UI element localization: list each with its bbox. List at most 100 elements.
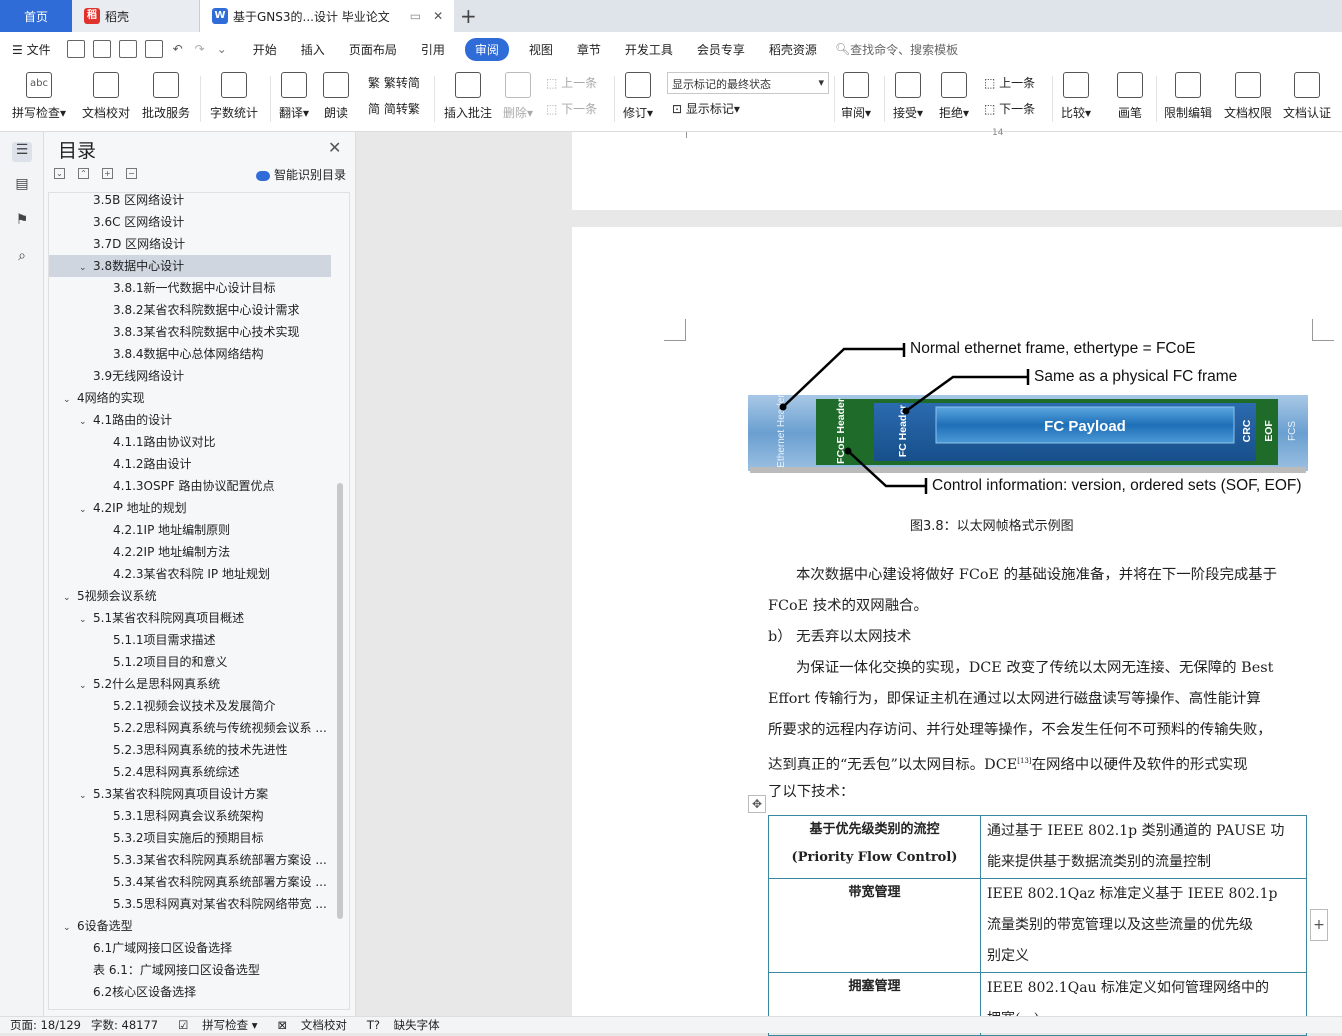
doc-permission-button[interactable]: 文档权限 — [1220, 72, 1276, 121]
remove-level-icon[interactable]: − — [126, 168, 137, 179]
toc-item[interactable]: 4.1.3OSPF 路由协议配置优点 — [49, 475, 331, 497]
chevron-down-icon[interactable]: ⌄ — [63, 389, 77, 411]
table-value-cell[interactable]: IEEE 802.1Qaz 标准定义基于 IEEE 802.1p 流量类别的带宽管… — [980, 878, 1307, 973]
expand-all-icon[interactable]: ⌃ — [78, 168, 89, 179]
collapse-all-icon[interactable]: ⌄ — [54, 168, 65, 179]
menu-item-0[interactable]: 开始 — [241, 41, 289, 58]
chapter-icon[interactable]: ▤ — [12, 176, 32, 196]
batch-service-button[interactable]: 批改服务 — [138, 72, 194, 121]
toc-scrollbar[interactable] — [337, 483, 343, 919]
menu-item-2[interactable]: 页面布局 — [337, 41, 409, 58]
pen-button[interactable]: 画笔 — [1112, 72, 1148, 121]
toc-item[interactable]: 5.3.1思科网真会议系统架构 — [49, 805, 331, 827]
close-icon[interactable]: ✕ — [328, 138, 341, 157]
smart-toc-button[interactable]: 智能识别目录 — [256, 166, 346, 183]
menu-item-7[interactable]: 开发工具 — [613, 41, 685, 58]
chevron-down-icon[interactable]: ⌄ — [63, 587, 77, 609]
table-value-cell[interactable]: 通过基于 IEEE 802.1p 类别通道的 PAUSE 功能来提供基于数据流类… — [980, 815, 1307, 879]
chevron-down-icon[interactable]: ⌄ — [79, 675, 93, 697]
citation-ref[interactable]: [13] — [1017, 757, 1031, 765]
table-key-cell[interactable]: 带宽管理 — [768, 878, 981, 973]
menu-item-6[interactable]: 章节 — [565, 41, 613, 58]
status-doc-proof[interactable]: ⊠ 文档校对 — [268, 1017, 347, 1033]
menu-item-5[interactable]: 视图 — [517, 41, 565, 58]
page-indicator[interactable]: 页面: 18/129 — [10, 1017, 81, 1033]
toc-item[interactable]: 5.3.2项目实施后的预期目标 — [49, 827, 331, 849]
next-comment-button[interactable]: ⬚ 下一条 — [546, 100, 597, 117]
tab-document[interactable]: W 基于GNS3的...设计 毕业论文 ▭ ✕ — [200, 0, 454, 32]
chevron-down-icon[interactable]: ⌄ — [79, 609, 93, 631]
status-spell-check[interactable]: ☑ 拼写检查 ▾ — [168, 1017, 257, 1033]
tab-daoke[interactable]: 稻 稻壳 — [72, 0, 200, 32]
translate-button[interactable]: 翻译▾ — [276, 72, 312, 121]
toc-item[interactable]: ⌄ 6设备选型 — [49, 915, 331, 937]
markup-state-select[interactable]: 显示标记的最终状态 ▾ — [667, 72, 829, 94]
read-aloud-button[interactable]: 朗读 — [318, 72, 354, 121]
toc-item[interactable]: ⌄ 5.1某省农科院网真项目概述 — [49, 607, 331, 629]
menu-item-1[interactable]: 插入 — [289, 41, 337, 58]
toc-item[interactable]: ⌄ 5.2什么是思科网真系统 — [49, 673, 331, 695]
tab-screen-icon[interactable]: ▭ — [410, 9, 421, 23]
toc-item[interactable]: 4.2.3某省农科院 IP 地址规划 — [49, 563, 331, 585]
export-icon[interactable] — [92, 40, 111, 58]
toc-panel-icon[interactable]: ☰ — [12, 142, 32, 162]
toc-item[interactable]: 3.5B 区网络设计 — [49, 193, 331, 211]
simp-to-trad-button[interactable]: 简 简转繁 — [368, 100, 420, 117]
menu-item-9[interactable]: 稻壳资源 — [757, 41, 829, 58]
toc-item[interactable]: 5.1.1项目需求描述 — [49, 629, 331, 651]
toc-item[interactable]: 5.3.5思科网真对某省农科院网络带宽 ... — [49, 893, 331, 915]
accept-button[interactable]: 接受▾ — [890, 72, 926, 121]
toc-item[interactable]: 4.1.2路由设计 — [49, 453, 331, 475]
spell-check-button[interactable]: abc 拼写检查▾ — [8, 72, 70, 121]
toc-item[interactable]: 3.9无线网络设计 — [49, 365, 331, 387]
menu-item-4[interactable]: 审阅 — [464, 37, 509, 61]
undo-icon[interactable]: ↶ — [173, 42, 183, 56]
chevron-down-icon[interactable]: ⌄ — [79, 257, 93, 279]
add-level-icon[interactable]: + — [102, 168, 113, 179]
search-icon[interactable]: ⌕ — [12, 248, 32, 268]
chevron-down-icon[interactable]: ⌄ — [79, 411, 93, 433]
toc-item[interactable]: 5.3.3某省农科院网真系统部署方案设 ... — [49, 849, 331, 871]
toc-item[interactable]: 5.3.4某省农科院网真系统部署方案设 ... — [49, 871, 331, 893]
toc-item[interactable]: ⌄ 4.1路由的设计 — [49, 409, 331, 431]
tab-close-icon[interactable]: ✕ — [433, 9, 443, 23]
toc-item[interactable]: ⌄ 3.8数据中心设计 — [49, 255, 331, 277]
toc-item[interactable]: 4.2.2IP 地址编制方法 — [49, 541, 331, 563]
toc-item[interactable]: 4.1.1路由协议对比 — [49, 431, 331, 453]
prev-comment-button[interactable]: ⬚ 上一条 — [546, 74, 597, 91]
table-move-handle[interactable]: ✥ — [748, 795, 766, 813]
review-pane-button[interactable]: 审阅▾ — [838, 72, 874, 121]
toc-item[interactable]: 5.2.4思科网真系统综述 — [49, 761, 331, 783]
new-tab-button[interactable]: + — [460, 4, 477, 28]
restrict-editing-button[interactable]: 限制编辑 — [1160, 72, 1216, 121]
toc-item[interactable]: 3.7D 区网络设计 — [49, 233, 331, 255]
word-count-indicator[interactable]: 字数: 48177 — [91, 1017, 158, 1033]
toc-item[interactable]: 6.2核心区设备选择 — [49, 981, 331, 1003]
more-chevron-icon[interactable]: ⌄ — [217, 42, 227, 56]
menu-item-8[interactable]: 会员专享 — [685, 41, 757, 58]
preview-icon[interactable] — [144, 40, 163, 58]
toc-item[interactable]: 5.1.2项目目的和意义 — [49, 651, 331, 673]
toc-item[interactable]: 表 6.1：广域网接口区设备选型 — [49, 959, 331, 981]
next-change-button[interactable]: ⬚ 下一条 — [984, 100, 1035, 117]
delete-comment-button[interactable]: 删除▾ — [500, 72, 536, 121]
insert-comment-button[interactable]: 插入批注 — [440, 72, 496, 121]
toc-item[interactable]: 4.2.1IP 地址编制原则 — [49, 519, 331, 541]
toc-item[interactable]: 3.6C 区网络设计 — [49, 211, 331, 233]
toc-item[interactable]: ⌄ 4.2IP 地址的规划 — [49, 497, 331, 519]
toc-item[interactable]: ⌄ 4网络的实现 — [49, 387, 331, 409]
toc-item[interactable]: 5.2.3思科网真系统的技术先进性 — [49, 739, 331, 761]
print-icon[interactable] — [118, 40, 137, 58]
toc-item[interactable]: 3.8.3某省农科院数据中心技术实现 — [49, 321, 331, 343]
track-changes-button[interactable]: 修订▾ — [620, 72, 656, 121]
tab-home[interactable]: 首页 — [0, 0, 72, 32]
toc-item[interactable]: 5.2.2思科网真系统与传统视频会议系 ... — [49, 717, 331, 739]
command-search-input[interactable]: 查找命令、搜索模板 — [850, 41, 958, 58]
doc-proof-button[interactable]: 文档校对 — [78, 72, 134, 121]
compare-button[interactable]: 比较▾ — [1058, 72, 1094, 121]
chevron-down-icon[interactable]: ⌄ — [79, 499, 93, 521]
toc-item[interactable]: 3.8.1新一代数据中心设计目标 — [49, 277, 331, 299]
doc-auth-button[interactable]: 文档认证 — [1279, 72, 1335, 121]
toc-item[interactable]: 3.8.2某省农科院数据中心设计需求 — [49, 299, 331, 321]
table-add-column-button[interactable]: + — [1310, 909, 1328, 941]
